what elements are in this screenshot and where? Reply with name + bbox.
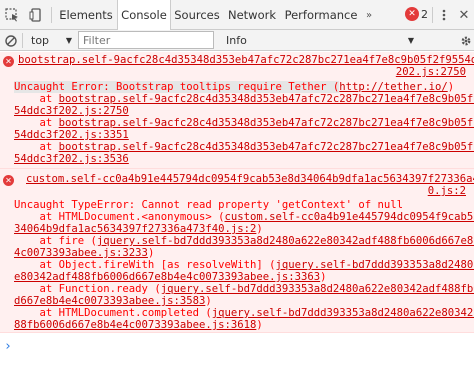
stack-frame-link[interactable]: jquery.self-bd7ddd393353a8d2480a622e8034… bbox=[97, 235, 474, 247]
clear-console-icon[interactable] bbox=[2, 30, 20, 51]
message-source-link[interactable]: custom.self-cc0a4b91e445794dc0954f9cab53… bbox=[0, 173, 474, 185]
error-text: Uncaught Error: Bootstrap tooltips requi… bbox=[14, 81, 455, 93]
more-options-icon[interactable] bbox=[436, 0, 452, 30]
stack-frame-cont: d667e8b4e4c0073393abee.js:3583) bbox=[14, 295, 212, 307]
toolbar-divider bbox=[22, 33, 23, 48]
stack-frame: at HTMLDocument.completed (jquery.self-b… bbox=[0, 307, 474, 319]
stack-frame: at Function.ready (jquery.self-bd7ddd393… bbox=[0, 283, 474, 295]
tab-sources[interactable]: Sources bbox=[171, 0, 223, 30]
stack-frame: at Object.fireWith [as resolveWith] (jqu… bbox=[0, 259, 474, 271]
toolbar-divider bbox=[51, 7, 52, 23]
tab-performance[interactable]: Performance bbox=[282, 0, 360, 30]
stack-frame-cont: 4c0073393abee.js:3233) bbox=[14, 247, 155, 259]
console-messages: ✕ bootstrap.self-9acfc28c4d35348d353eb47… bbox=[0, 52, 474, 333]
inspect-element-icon[interactable] bbox=[2, 0, 22, 30]
console-prompt[interactable]: › bbox=[4, 339, 12, 354]
console-error-message: ✕ bootstrap.self-9acfc28c4d35348d353eb47… bbox=[0, 52, 474, 169]
stack-frame: at bootstrap.self-9acfc28c4d35348d353eb4… bbox=[0, 93, 474, 105]
error-count-icon[interactable]: ✕ bbox=[405, 7, 419, 21]
tab-elements[interactable]: Elements bbox=[55, 0, 117, 30]
stack-frame-link[interactable]: jquery.self-bd7ddd393353a8d2480a622e8034… bbox=[161, 283, 474, 295]
error-text-link[interactable]: http://tether.io/ bbox=[339, 81, 447, 93]
stack-frame-link[interactable]: bootstrap.self-9acfc28c4d35348d353eb47af… bbox=[59, 117, 474, 129]
stack-frame-cont[interactable]: 54ddc3f202.js:2750 bbox=[0, 105, 474, 117]
stack-frame-link[interactable]: bootstrap.self-9acfc28c4d35348d353eb47af… bbox=[59, 93, 474, 105]
stack-frame-cont[interactable]: 54ddc3f202.js:3351 bbox=[0, 129, 474, 141]
console-error-message: ✕ custom.self-cc0a4b91e445794dc0954f9cab… bbox=[0, 169, 474, 333]
filter-input[interactable] bbox=[78, 31, 214, 49]
stack-frame-link[interactable]: jquery.self-bd7ddd393353a8d2480a622 bbox=[276, 259, 474, 271]
tab-network[interactable]: Network bbox=[224, 0, 280, 30]
log-level-value: Info bbox=[226, 34, 247, 47]
chevron-down-icon: ▼ bbox=[65, 36, 72, 45]
message-source-link[interactable]: 202.js:2750 bbox=[0, 66, 474, 78]
devtools-tab-bar: Elements Console Sources Network Perform… bbox=[0, 0, 474, 31]
context-select[interactable]: top ▼ bbox=[26, 31, 76, 50]
message-source-link[interactable]: bootstrap.self-9acfc28c4d35348d353eb47af… bbox=[0, 54, 474, 66]
stack-frame-cont: 34064b9dfa1ac5634397f27336a473f40.js:2) bbox=[14, 223, 263, 235]
chevron-down-icon: ▼ bbox=[407, 36, 414, 45]
device-toolbar-icon[interactable] bbox=[26, 0, 46, 30]
stack-frame: at bootstrap.self-9acfc28c4d35348d353eb4… bbox=[0, 141, 474, 153]
stack-frame-cont: 88fb6006d667e8b4e4c0073393abee.js:3618) bbox=[14, 319, 263, 331]
message-source-link[interactable]: 0.js:2 bbox=[0, 185, 474, 197]
context-value: top bbox=[31, 34, 50, 47]
stack-frame-cont: e80342adf488fb6006d667e8b4e4c0073393abee… bbox=[14, 271, 327, 283]
error-text: Uncaught TypeError: Cannot read property… bbox=[14, 199, 404, 211]
close-devtools-icon[interactable]: ✕ bbox=[456, 0, 472, 30]
stack-frame-link[interactable]: custom.self-cc0a4b91e445794dc0954f9cab53… bbox=[224, 211, 474, 223]
toolbar-divider bbox=[432, 7, 433, 23]
stack-frame: at bootstrap.self-9acfc28c4d35348d353eb4… bbox=[0, 117, 474, 129]
stack-frame: at HTMLDocument.<anonymous> (custom.self… bbox=[0, 211, 474, 223]
console-settings-icon[interactable] bbox=[458, 30, 474, 51]
more-tabs-icon[interactable]: » bbox=[362, 0, 376, 30]
tab-console[interactable]: Console bbox=[117, 0, 171, 31]
stack-frame-link[interactable]: jquery.self-bd7ddd393353a8d2480a622e8034… bbox=[212, 307, 474, 319]
console-filter-bar: top ▼ Info ▼ bbox=[0, 30, 474, 51]
stack-frame-link[interactable]: bootstrap.self-9acfc28c4d35348d353eb47af… bbox=[59, 141, 474, 153]
log-level-select[interactable]: Info ▼ bbox=[218, 31, 418, 50]
stack-frame: at fire (jquery.self-bd7ddd393353a8d2480… bbox=[0, 235, 474, 247]
stack-frame-cont[interactable]: 54ddc3f202.js:3536 bbox=[0, 153, 474, 165]
error-count[interactable]: 2 bbox=[421, 0, 428, 30]
